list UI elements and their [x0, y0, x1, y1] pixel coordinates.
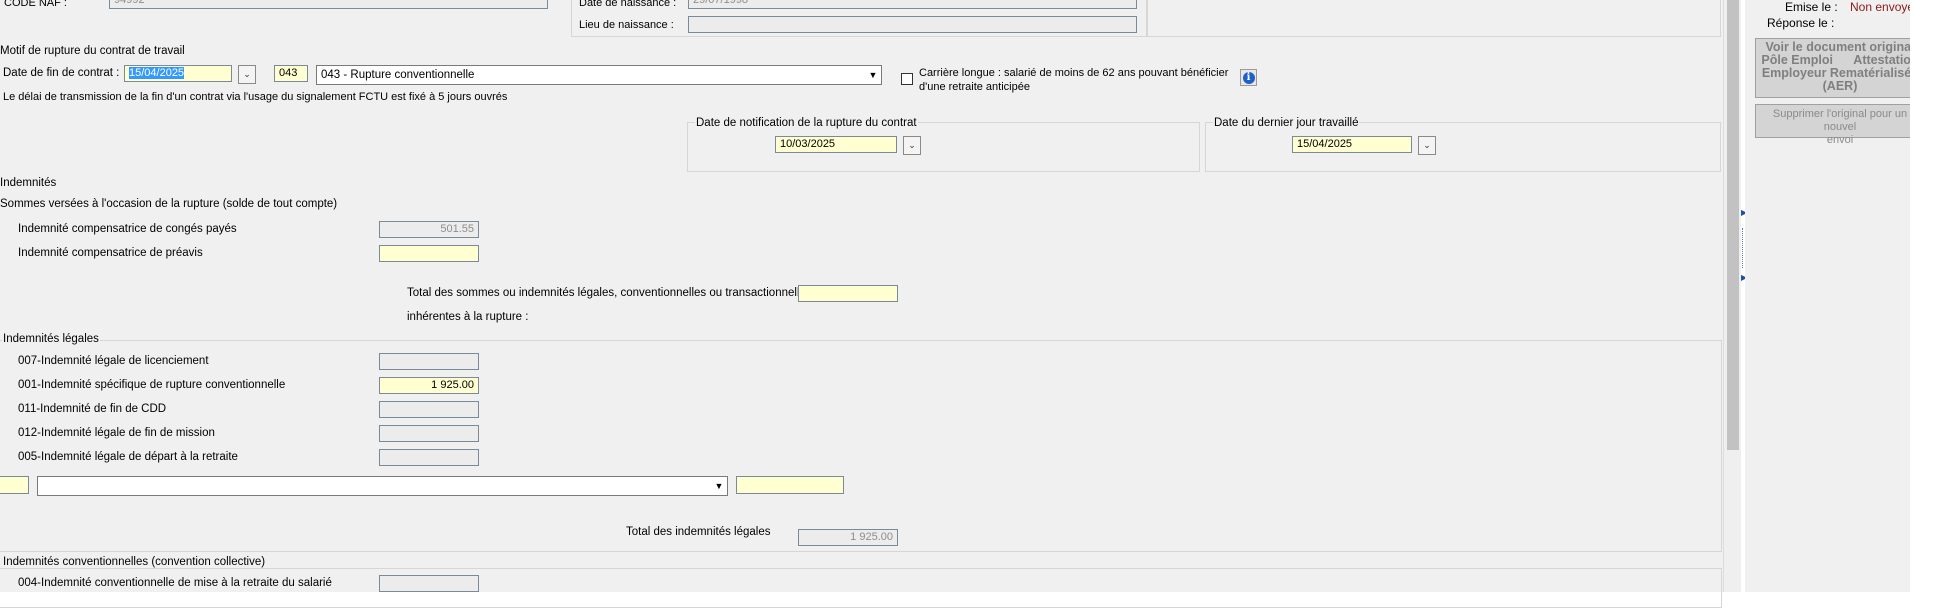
- code-naf-field[interactable]: 94992: [109, 0, 548, 9]
- preavis-label: Indemnité compensatrice de préavis: [18, 247, 203, 259]
- legale-row-label-011: 011-Indemnité de fin de CDD: [18, 403, 167, 415]
- info-icon: i: [1242, 71, 1255, 84]
- chevron-down-icon: ⌄: [243, 69, 251, 79]
- last-day-date-picker-button[interactable]: ⌄: [1418, 136, 1436, 155]
- pob-label: Lieu de naissance :: [579, 19, 674, 31]
- info-button[interactable]: i: [1240, 69, 1257, 86]
- reason-code-field[interactable]: 043: [274, 65, 308, 82]
- total-legales-field[interactable]: 1 925.00: [798, 529, 898, 546]
- conventionnelle-row-label-004: 004-Indemnité conventionnelle de mise à …: [18, 577, 332, 589]
- reason-select[interactable]: 043 - Rupture conventionnelle ▼: [316, 65, 882, 85]
- chevron-down-icon[interactable]: ▼: [712, 478, 726, 494]
- vertical-scrollbar[interactable]: [1723, 0, 1742, 592]
- legale-row-field-012[interactable]: [379, 425, 479, 442]
- notification-group: [687, 122, 1200, 172]
- legale-row-label-005: 005-Indemnité légale de départ à la retr…: [18, 451, 238, 463]
- last-day-label: Date du dernier jour travaillé: [1213, 117, 1360, 129]
- extra-code-field[interactable]: [0, 476, 29, 494]
- pob-field[interactable]: [688, 16, 1137, 33]
- legales-group: [0, 340, 1722, 552]
- legale-row-label-012: 012-Indemnité légale de fin de mission: [18, 427, 215, 439]
- extra-amount-field[interactable]: [736, 476, 844, 494]
- total-legales-label: Total des indemnités légales: [626, 526, 771, 538]
- reason-select-value: 043 - Rupture conventionnelle: [321, 69, 475, 81]
- last-day-group: [1205, 122, 1721, 172]
- last-day-date-field[interactable]: 15/04/2025: [1292, 136, 1412, 153]
- extra-indemnite-select[interactable]: ▼: [37, 476, 728, 496]
- notification-date-field[interactable]: 10/03/2025: [775, 136, 897, 153]
- scrollbar-thumb[interactable]: [1727, 0, 1739, 450]
- end-date-picker-button[interactable]: ⌄: [238, 65, 256, 84]
- legale-row-field-007[interactable]: [379, 353, 479, 370]
- code-naf-label: CODE NAF :: [4, 0, 67, 9]
- end-date-field[interactable]: 15/04/2025: [124, 65, 232, 82]
- voir-document-original-button[interactable]: Voir le document original Pôle Emploi At…: [1755, 38, 1925, 98]
- conges-label: Indemnité compensatrice de congés payés: [18, 223, 237, 235]
- legale-row-field-011[interactable]: [379, 401, 479, 418]
- carriere-longue-checkbox[interactable]: [901, 73, 913, 85]
- end-date-value: 15/04/2025: [129, 67, 185, 79]
- notification-label: Date de notification de la rupture du co…: [695, 117, 918, 129]
- total-sommes-label-2: inhérentes à la rupture :: [407, 311, 529, 323]
- total-sommes-label-1: Total des sommes ou indemnités légales, …: [407, 287, 812, 299]
- carriere-longue-label-2: d'une retraite anticipée: [919, 81, 1030, 93]
- emise-label: Emise le :: [1785, 0, 1838, 14]
- indemnites-title: Indemnités: [0, 177, 57, 189]
- legale-row-field-005[interactable]: [379, 449, 479, 466]
- supprimer-button-line-2: envoi: [1826, 134, 1854, 146]
- total-sommes-field[interactable]: [798, 285, 898, 302]
- voir-button-line-4: (AER): [1822, 79, 1858, 93]
- preavis-field[interactable]: [379, 245, 479, 262]
- chevron-down-icon: ⌄: [1423, 140, 1431, 150]
- top-right-group: [1146, 0, 1721, 37]
- emise-value: Non envoyé: [1850, 0, 1910, 14]
- carriere-longue-label-1: Carrière longue : salarié de moins de 62…: [919, 67, 1229, 79]
- motif-group-title: Motif de rupture du contrat de travail: [0, 45, 185, 57]
- supprimer-original-button[interactable]: Supprimer l'original pour un nouvel envo…: [1755, 104, 1925, 146]
- legales-title: Indemnités légales: [2, 333, 100, 345]
- conventionnelles-title: Indemnités conventionnelles (convention …: [2, 556, 267, 568]
- reponse-label: Réponse le :: [1767, 16, 1835, 30]
- end-date-label: Date de fin de contrat :: [3, 67, 120, 79]
- conventionnelle-row-field-004[interactable]: [379, 575, 479, 592]
- main-form-area: CODE NAF : 94992 Date de naissance : 29/…: [0, 0, 1742, 608]
- conges-field[interactable]: 501.55: [379, 221, 479, 238]
- indemnites-subtitle: Sommes versées à l'occasion de la ruptur…: [0, 198, 338, 210]
- legale-row-field-001[interactable]: 1 925.00: [379, 377, 479, 394]
- document-side-panel: Emise le : Non envoyé Réponse le : Voir …: [1745, 0, 1925, 592]
- supprimer-button-line-1: Supprimer l'original pour un nouvel: [1772, 108, 1908, 133]
- dob-label: Date de naissance :: [579, 0, 677, 9]
- chevron-down-icon: ⌄: [908, 140, 916, 150]
- chevron-down-icon[interactable]: ▼: [866, 67, 880, 83]
- dob-field[interactable]: 29/07/1998: [688, 0, 1137, 9]
- legale-row-label-007: 007-Indemnité légale de licenciement: [18, 355, 209, 367]
- notification-date-picker-button[interactable]: ⌄: [903, 136, 921, 155]
- delay-note: Le délai de transmission de la fin d'un …: [3, 91, 508, 103]
- legale-row-label-001: 001-Indemnité spécifique de rupture conv…: [18, 379, 286, 391]
- window-right-margin: [1910, 0, 1955, 592]
